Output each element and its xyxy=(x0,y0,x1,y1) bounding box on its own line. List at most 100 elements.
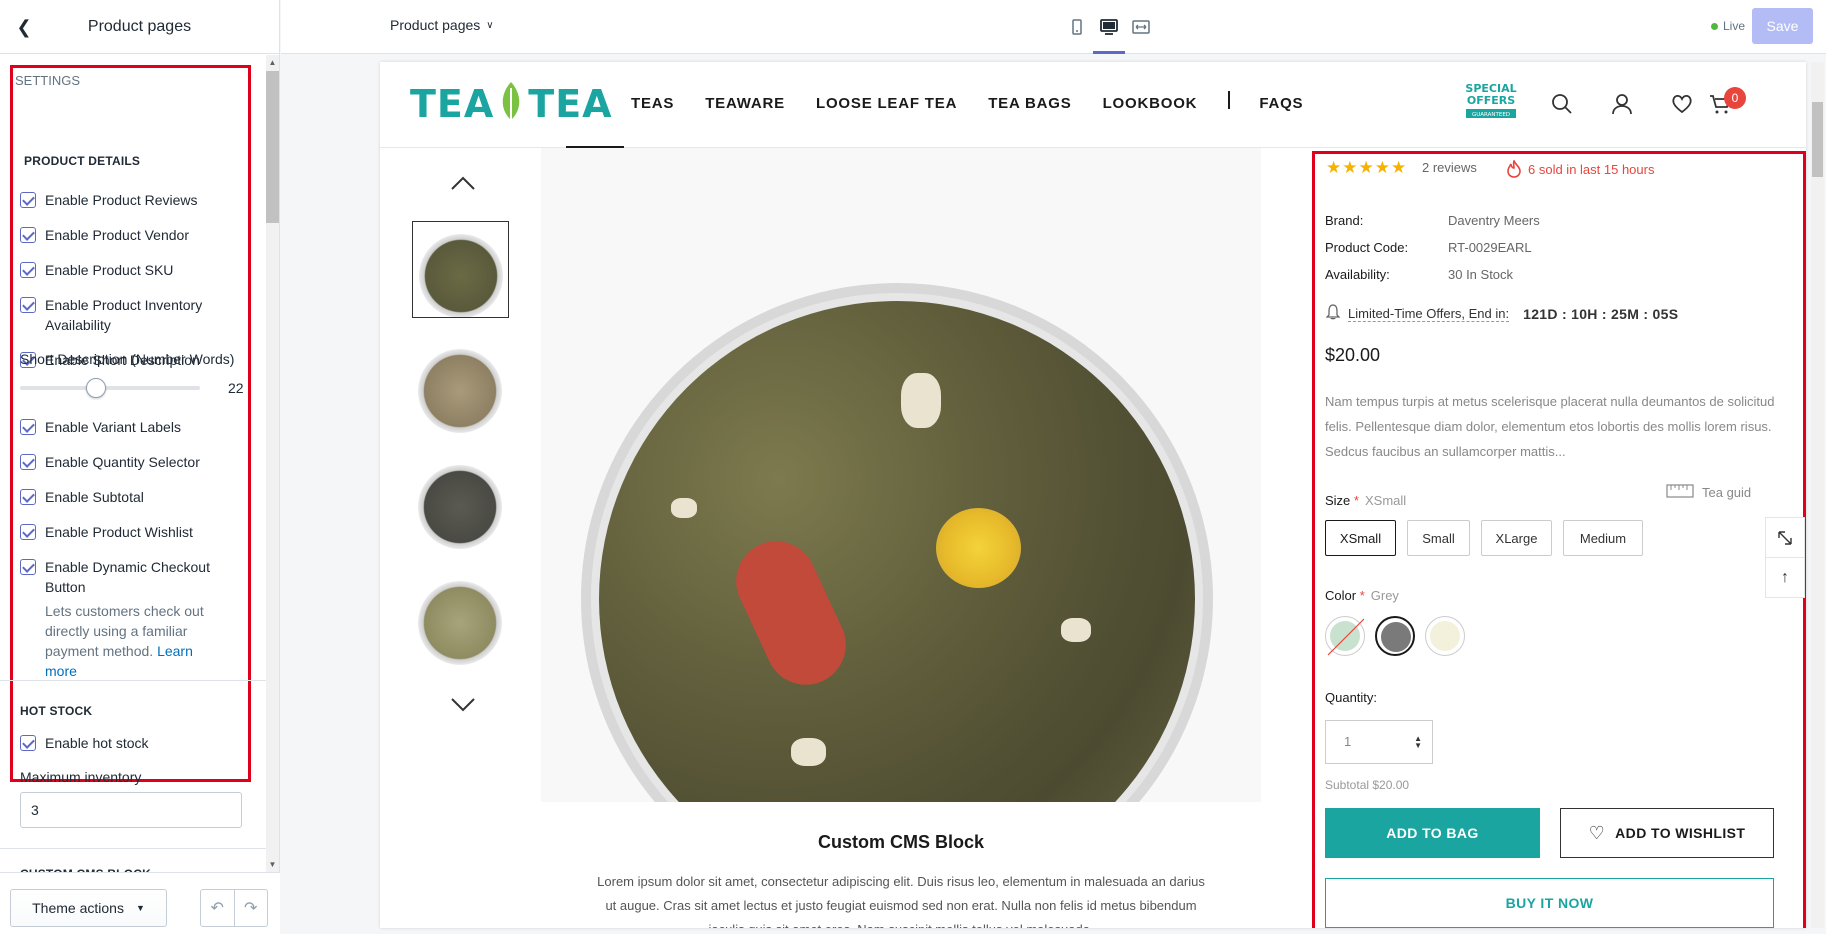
preview-scrollbar-thumb[interactable] xyxy=(1812,102,1823,177)
checkbox-label: Enable Variant Labels xyxy=(45,419,181,435)
desktop-view-icon[interactable] xyxy=(1099,17,1119,37)
checkbox-checked-icon[interactable] xyxy=(20,559,36,575)
gallery-thumbnail[interactable] xyxy=(412,453,509,550)
section-divider xyxy=(0,680,266,681)
nav-loose-leaf-tea[interactable]: LOOSE LEAF TEA xyxy=(816,95,957,112)
gallery-thumbnail[interactable] xyxy=(412,337,509,434)
leaf-icon xyxy=(496,80,526,128)
checkbox-checked-icon[interactable] xyxy=(20,192,36,208)
checkbox-product-sku[interactable]: Enable Product SKU xyxy=(20,260,235,280)
search-icon[interactable] xyxy=(1550,92,1574,116)
size-option[interactable]: Medium xyxy=(1563,520,1643,556)
checkbox-dynamic-checkout[interactable]: Enable Dynamic Checkout Button xyxy=(20,557,220,597)
product-price: $20.00 xyxy=(1325,345,1381,365)
tea-guide-link[interactable]: Tea guid xyxy=(1666,484,1751,501)
nav-faqs[interactable]: FAQS xyxy=(1259,95,1303,112)
product-details-heading: PRODUCT DETAILS xyxy=(24,154,141,168)
sidebar-header: ❮ Product pages xyxy=(0,0,279,54)
checkbox-product-vendor[interactable]: Enable Product Vendor xyxy=(20,225,235,245)
special-offers-badge[interactable]: SPECIAL OFFERS GUARANTEED xyxy=(1462,80,1520,126)
size-option[interactable]: Small xyxy=(1407,520,1470,556)
preview-scrollbar[interactable] xyxy=(1811,62,1824,928)
brand-value[interactable]: Daventry Meers xyxy=(1448,213,1540,228)
fullscreen-view-icon[interactable] xyxy=(1131,17,1151,37)
checkbox-subtotal[interactable]: Enable Subtotal xyxy=(20,487,235,507)
brand-label: Brand: xyxy=(1325,213,1364,228)
checkbox-checked-icon[interactable] xyxy=(20,735,36,751)
live-label: Live xyxy=(1723,19,1746,33)
offer-label: Limited-Time Offers, End in: xyxy=(1348,305,1510,322)
scrollbar-thumb[interactable] xyxy=(266,71,279,223)
page-selector-dropdown[interactable]: Product pages ∨ xyxy=(390,17,494,33)
sidebar-scrollbar[interactable]: ▲ ▼ xyxy=(266,55,279,872)
store-header: TEA TEA TEAS TEAWARE LOOSE LEAF TEA TEA … xyxy=(380,62,1806,148)
scroll-down-arrow-icon[interactable]: ▼ xyxy=(268,860,277,869)
chevron-down-icon[interactable] xyxy=(450,695,476,712)
floating-tools: ↑ xyxy=(1765,517,1805,598)
wishlist-heart-icon[interactable] xyxy=(1670,92,1694,116)
theme-editor-sidebar: ❮ Product pages Settings ▲ ▼ PRODUCT DET… xyxy=(0,0,280,934)
gallery-thumbnail[interactable] xyxy=(412,221,509,318)
save-button[interactable]: Save xyxy=(1752,8,1813,44)
max-inventory-input[interactable]: 3 xyxy=(20,792,242,828)
limited-offer: Limited-Time Offers, End in: 121D : 10H :… xyxy=(1325,304,1678,323)
back-arrow-icon[interactable]: ❮ xyxy=(14,17,34,37)
tea-tea-logo[interactable]: TEA TEA xyxy=(410,80,613,128)
quantity-stepper-icon[interactable]: ▲ ▼ xyxy=(1414,735,1422,750)
buy-it-now-button[interactable]: BUY IT NOW xyxy=(1325,878,1774,928)
color-swatch[interactable] xyxy=(1425,616,1465,656)
storefront-preview[interactable]: TEA TEA TEAS TEAWARE LOOSE LEAF TEA TEA … xyxy=(380,62,1806,928)
slider-value: 22 xyxy=(228,380,244,396)
add-to-bag-button[interactable]: ADD TO BAG xyxy=(1325,808,1540,858)
undo-icon[interactable]: ↶ xyxy=(201,890,235,926)
chevron-down-icon: ∨ xyxy=(486,19,494,31)
add-to-wishlist-label: ADD TO WISHLIST xyxy=(1615,825,1746,841)
nav-separator xyxy=(1228,91,1231,109)
nav-lookbook[interactable]: LOOKBOOK xyxy=(1103,95,1198,112)
checkbox-checked-icon[interactable] xyxy=(20,524,36,540)
chevron-up-icon[interactable] xyxy=(450,174,476,190)
compare-icon[interactable] xyxy=(1766,518,1804,558)
slider-label: Short Description (Number Words) xyxy=(20,351,235,367)
checkbox-variant-labels[interactable]: Enable Variant Labels xyxy=(20,417,235,437)
product-main-image[interactable] xyxy=(541,148,1261,802)
theme-actions-button[interactable]: Theme actions ▼ xyxy=(10,889,167,927)
size-option[interactable]: XSmall xyxy=(1325,520,1396,556)
scroll-up-arrow-icon[interactable]: ▲ xyxy=(268,58,277,67)
checkbox-inventory-availability[interactable]: Enable Product Inventory Availability xyxy=(20,295,220,335)
word-count-slider[interactable] xyxy=(20,386,200,390)
nav-teas[interactable]: TEAS xyxy=(631,95,674,112)
product-code-label: Product Code: xyxy=(1325,240,1409,255)
checkbox-checked-icon[interactable] xyxy=(20,297,36,313)
quantity-input[interactable]: 1 ▲ ▼ xyxy=(1325,720,1433,764)
checkbox-checked-icon[interactable] xyxy=(20,227,36,243)
reviews-count[interactable]: 2 reviews xyxy=(1422,160,1477,175)
slider-handle[interactable] xyxy=(85,378,106,398)
checkbox-product-wishlist[interactable]: Enable Product Wishlist xyxy=(20,522,235,542)
checkbox-checked-icon[interactable] xyxy=(20,262,36,278)
add-to-wishlist-button[interactable]: ♡ ADD TO WISHLIST xyxy=(1560,808,1774,858)
gallery-thumbnail[interactable] xyxy=(412,569,509,666)
checkbox-label: Enable Product SKU xyxy=(45,262,174,278)
section-divider xyxy=(0,848,266,849)
mobile-view-icon[interactable] xyxy=(1067,17,1087,37)
size-current: XSmall xyxy=(1364,493,1407,508)
hot-stock-heading: HOT STOCK xyxy=(20,704,93,718)
redo-icon[interactable]: ↷ xyxy=(235,890,268,926)
checkbox-label: Enable Subtotal xyxy=(45,489,144,505)
checkbox-checked-icon[interactable] xyxy=(20,419,36,435)
color-swatch-unavailable[interactable] xyxy=(1325,616,1365,656)
color-label-text: Color xyxy=(1325,588,1357,603)
checkbox-checked-icon[interactable] xyxy=(20,454,36,470)
account-icon[interactable] xyxy=(1610,92,1634,116)
checkbox-quantity-selector[interactable]: Enable Quantity Selector xyxy=(20,452,235,472)
checkbox-product-reviews[interactable]: Enable Product Reviews xyxy=(20,190,235,210)
checkbox-label: Enable Dynamic Checkout Button xyxy=(45,559,210,595)
nav-teaware[interactable]: TEAWARE xyxy=(705,95,785,112)
checkbox-hot-stock[interactable]: Enable hot stock xyxy=(20,733,235,753)
size-option[interactable]: XLarge xyxy=(1481,520,1552,556)
back-to-top-icon[interactable]: ↑ xyxy=(1766,558,1804,598)
color-swatch-selected[interactable] xyxy=(1375,616,1415,656)
nav-tea-bags[interactable]: TEA BAGS xyxy=(988,95,1071,112)
checkbox-checked-icon[interactable] xyxy=(20,489,36,505)
